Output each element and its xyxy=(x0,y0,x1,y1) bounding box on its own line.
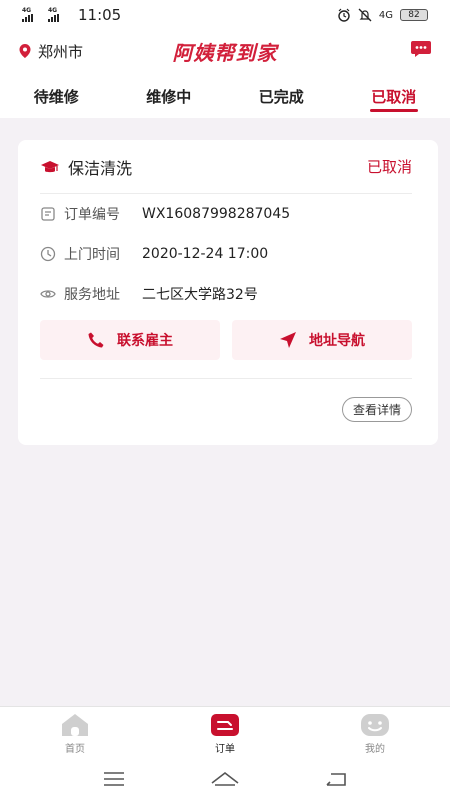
eye-location-icon xyxy=(40,290,56,298)
order-status-badge: 已取消 xyxy=(366,158,412,176)
order-status-tabs: 待维修 维修中 已完成 已取消 xyxy=(0,72,450,118)
signal-icon: 4G xyxy=(22,8,44,22)
tabbar-home-label: 首页 xyxy=(65,744,85,755)
menu-icon[interactable] xyxy=(103,772,125,786)
order-number-label: 订单编号 xyxy=(64,207,120,223)
order-number-row: 订单编号 WX16087998287045 xyxy=(40,194,412,234)
orders-icon xyxy=(211,714,239,736)
detail-wrap: 查看详情 xyxy=(40,397,412,422)
chat-bubble-icon xyxy=(411,41,431,57)
order-actions: 联系雇主 地址导航 xyxy=(40,320,412,360)
card-divider xyxy=(40,378,412,379)
profile-face-icon xyxy=(361,714,389,736)
status-bar: 4G 4G 11:05 4G 82 xyxy=(0,0,450,30)
back-icon[interactable] xyxy=(325,771,347,787)
order-card: 保洁清洗 已取消 订单编号 WX16087998287045 上门时间 2020… xyxy=(18,140,438,445)
order-card-header: 保洁清洗 已取消 xyxy=(40,140,412,194)
tabbar-orders[interactable]: 订单 xyxy=(150,707,300,758)
tabbar-orders-label: 订单 xyxy=(215,744,235,755)
service-address-row: 服务地址 二七区大学路32号 xyxy=(40,274,412,314)
tab-pending-repair[interactable]: 待维修 xyxy=(0,72,113,118)
phone-icon xyxy=(88,332,104,348)
service-address-value: 二七区大学路32号 xyxy=(142,287,258,303)
service-name: 保洁清洗 xyxy=(68,158,133,178)
visit-time-row: 上门时间 2020-12-24 17:00 xyxy=(40,234,412,274)
tab-completed[interactable]: 已完成 xyxy=(225,72,338,118)
status-right: 4G 82 xyxy=(337,8,428,22)
cleaning-hat-icon xyxy=(41,160,59,172)
signal-icon: 4G xyxy=(48,8,70,22)
status-time: 11:05 xyxy=(78,6,122,24)
mute-icon xyxy=(358,8,372,22)
tabbar-mine-label: 我的 xyxy=(365,744,385,755)
contact-employer-button[interactable]: 联系雇主 xyxy=(40,320,220,360)
navigation-arrow-icon xyxy=(280,332,296,348)
address-navigation-button[interactable]: 地址导航 xyxy=(232,320,412,360)
location-pin-icon xyxy=(19,44,31,58)
message-button[interactable] xyxy=(410,40,432,62)
tabbar-mine[interactable]: 我的 xyxy=(300,707,450,758)
city-name: 郑州市 xyxy=(38,42,84,61)
app-header: 郑州市 阿姨帮到家 xyxy=(0,30,450,72)
home-nav-icon[interactable] xyxy=(210,771,240,787)
tabbar-home[interactable]: 首页 xyxy=(0,707,150,758)
tab-cancelled[interactable]: 已取消 xyxy=(338,72,450,118)
contact-employer-label: 联系雇主 xyxy=(117,333,173,349)
visit-time-value: 2020-12-24 17:00 xyxy=(142,246,269,262)
system-navigation-bar xyxy=(0,758,450,800)
visit-time-label: 上门时间 xyxy=(64,247,120,263)
bottom-tab-bar: 首页 订单 我的 xyxy=(0,706,450,758)
network-type: 4G xyxy=(378,9,393,21)
battery-icon: 82 xyxy=(400,9,428,21)
view-details-button[interactable]: 查看详情 xyxy=(341,397,412,422)
status-left: 4G 4G 11:05 xyxy=(22,6,121,24)
tab-in-repair[interactable]: 维修中 xyxy=(113,72,226,118)
home-icon xyxy=(62,714,88,736)
service-address-label: 服务地址 xyxy=(64,287,120,303)
city-selector[interactable]: 郑州市 xyxy=(18,41,83,62)
document-icon xyxy=(41,207,55,221)
alarm-icon xyxy=(338,8,350,22)
order-number-value: WX16087998287045 xyxy=(142,206,291,222)
address-navigation-label: 地址导航 xyxy=(309,333,365,349)
clock-icon xyxy=(40,246,56,262)
